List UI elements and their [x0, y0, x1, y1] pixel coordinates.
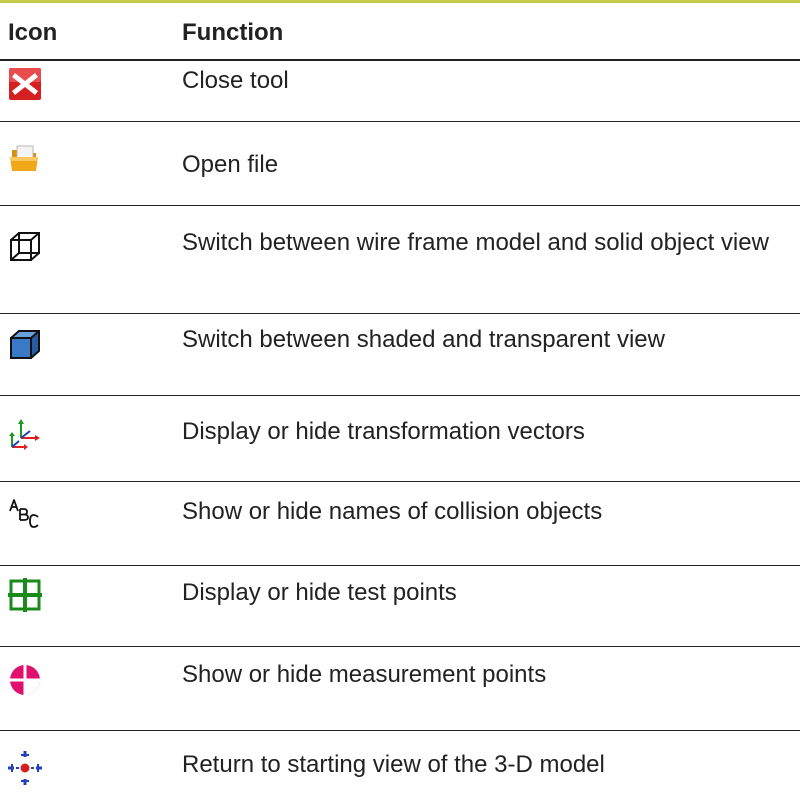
- function-text: Switch between wire frame model and soli…: [182, 229, 769, 256]
- table-row: Switch between shaded and transparent vi…: [0, 314, 800, 396]
- table-row: Show or hide measurement points: [0, 647, 800, 731]
- function-text: Switch between shaded and transparent vi…: [182, 326, 665, 353]
- table-row: Display or hide transformation vectors: [0, 396, 800, 482]
- header-icon-column: Icon: [8, 19, 58, 46]
- function-text: Close tool: [182, 67, 289, 94]
- table-row: Return to starting view of the 3-D model: [0, 731, 800, 809]
- function-text: Show or hide names of collision objects: [182, 498, 603, 525]
- abc-names-icon: [8, 496, 42, 530]
- table-row: Switch between wire frame model and soli…: [0, 206, 800, 314]
- table-row: Open file: [0, 122, 800, 206]
- header-function-column: Function: [182, 19, 284, 46]
- close-x-icon: [8, 67, 42, 101]
- function-text: Show or hide measurement points: [182, 661, 547, 688]
- test-points-grid-icon: [8, 578, 42, 612]
- function-text: Display or hide test points: [182, 579, 457, 606]
- starting-view-icon: [8, 751, 42, 785]
- open-folder-icon: [8, 142, 42, 176]
- table-header: Icon Function: [0, 3, 800, 61]
- table-row: Display or hide test points: [0, 566, 800, 647]
- table-row: Close tool: [0, 61, 800, 122]
- function-text: Display or hide transformation vectors: [182, 418, 585, 445]
- wireframe-cube-icon: [8, 230, 42, 264]
- function-text: Open file: [182, 151, 279, 178]
- shaded-cube-icon: [8, 328, 42, 362]
- function-text: Return to starting view of the 3-D model: [182, 751, 605, 778]
- measurement-point-icon: [8, 663, 42, 697]
- table-row: Show or hide names of collision objects: [0, 482, 800, 566]
- transformation-vectors-icon: [8, 416, 42, 450]
